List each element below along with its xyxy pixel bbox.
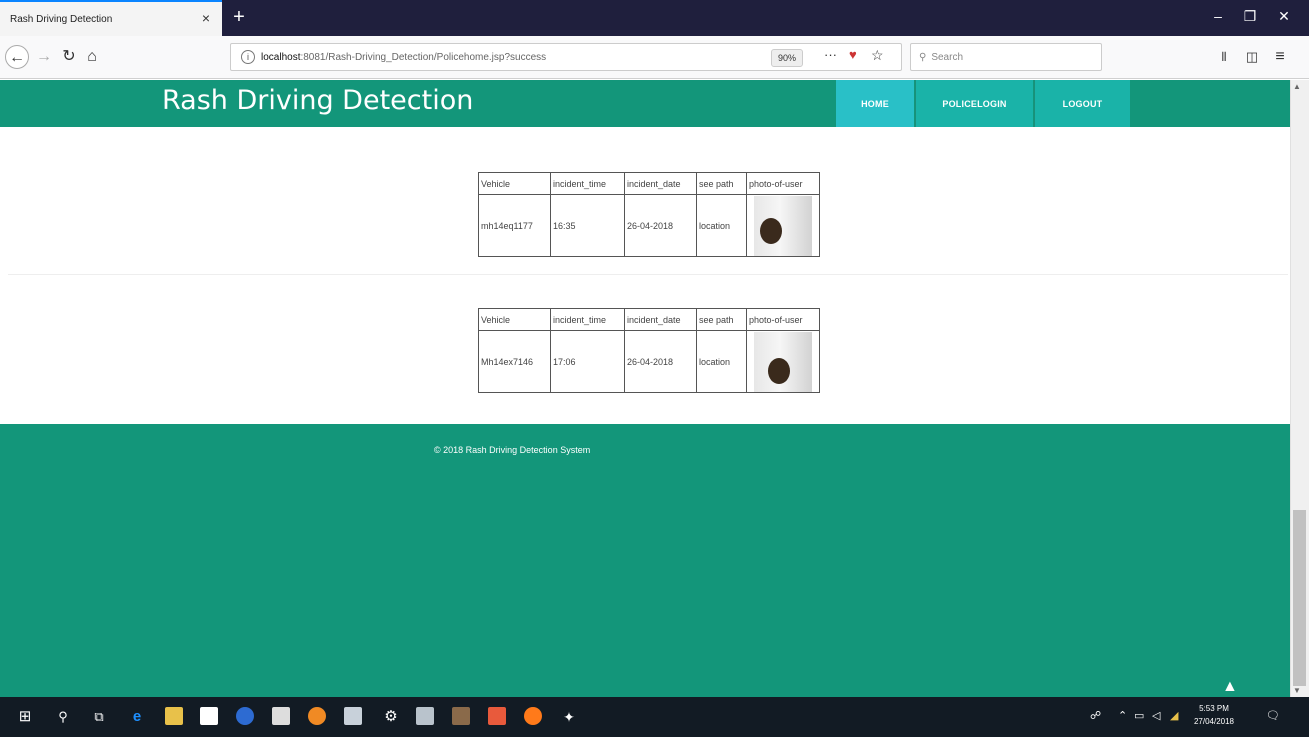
user-photo xyxy=(754,331,812,392)
vehicle-cell: mh14eq1177 xyxy=(478,194,551,257)
search-icon: ⚲ xyxy=(919,51,927,63)
column-header-incident-time: incident_time xyxy=(550,308,625,331)
firefox-icon[interactable] xyxy=(524,707,542,725)
photo-subject xyxy=(768,357,790,384)
search-placeholder: Search xyxy=(931,51,964,63)
column-header-photo: photo-of-user xyxy=(746,308,820,331)
photo-cell xyxy=(746,194,820,257)
task-view-icon[interactable]: ⧉ xyxy=(88,706,110,728)
browser-tab-bar: Rash Driving Detection × + – ❐ ✕ xyxy=(0,0,1309,36)
scroll-up-icon[interactable]: ▲ xyxy=(1293,82,1301,91)
reload-icon[interactable]: ↻ xyxy=(57,45,81,69)
nav-logout-link[interactable]: LOGOUT xyxy=(1034,80,1130,127)
table-header-row: Vehicle incident_time incident_date see … xyxy=(478,308,820,331)
column-header-photo: photo-of-user xyxy=(746,172,820,195)
see-path-link[interactable]: location xyxy=(696,330,747,393)
column-header-see-path: see path xyxy=(696,308,747,331)
volume-icon[interactable]: ◁ xyxy=(1152,709,1160,722)
back-icon[interactable]: ← xyxy=(5,45,29,69)
scrollbar-thumb[interactable] xyxy=(1293,510,1306,686)
user-photo xyxy=(754,195,812,256)
incident-date-cell: 26-04-2018 xyxy=(624,330,697,393)
app-icon[interactable]: ✦ xyxy=(558,706,580,728)
column-header-vehicle: Vehicle xyxy=(478,308,551,331)
sidebar-icon[interactable]: ◫ xyxy=(1240,45,1264,69)
store-icon[interactable] xyxy=(200,707,218,725)
scroll-down-icon[interactable]: ▼ xyxy=(1293,686,1301,695)
app-icon[interactable] xyxy=(452,707,470,725)
see-path-link[interactable]: location xyxy=(696,194,747,257)
clock-date: 27/04/2018 xyxy=(1193,717,1235,726)
incident-time-cell: 17:06 xyxy=(550,330,625,393)
chrome-icon[interactable] xyxy=(308,707,326,725)
url-path: :8081/Rash-Driving_Detection/Policehome.… xyxy=(300,51,547,63)
photo-subject xyxy=(760,217,782,244)
table-row: mh14eq1177 16:35 26-04-2018 location xyxy=(478,194,820,257)
site-title: Rash Driving Detection xyxy=(162,85,474,116)
column-header-incident-date: incident_date xyxy=(624,172,697,195)
windows-taskbar: ⊞ ⚲ ⧉ e ⚙ ✦ ☍ ⌃ ▭ ◁ ◢ 5:53 PM 27/04/2018… xyxy=(0,697,1309,737)
tab-title: Rash Driving Detection xyxy=(10,13,113,25)
pocket-icon[interactable]: ♥ xyxy=(849,47,857,62)
mail-icon[interactable] xyxy=(272,707,290,725)
table-header-row: Vehicle incident_time incident_date see … xyxy=(478,172,820,195)
nav-policelogin-link[interactable]: POLICELOGIN xyxy=(915,80,1033,127)
incident-date-cell: 26-04-2018 xyxy=(624,194,697,257)
incident-table-1: Vehicle incident_time incident_date see … xyxy=(478,172,820,257)
windows-start-icon[interactable]: ⊞ xyxy=(14,706,36,728)
search-icon[interactable]: ⚲ xyxy=(52,706,74,728)
clock-time: 5:53 PM xyxy=(1199,704,1229,713)
close-window-icon[interactable]: ✕ xyxy=(1272,8,1296,25)
new-tab-button[interactable]: + xyxy=(228,5,250,29)
url-bar[interactable]: i localhost :8081/Rash-Driving_Detection… xyxy=(230,43,902,71)
browser-nav-bar: ← → ↻ ⌂ i localhost :8081/Rash-Driving_D… xyxy=(0,36,1309,79)
minimize-icon[interactable]: – xyxy=(1206,8,1230,24)
incident-table-2: Vehicle incident_time incident_date see … xyxy=(478,308,820,393)
home-icon[interactable]: ⌂ xyxy=(80,45,104,69)
section-divider xyxy=(8,274,1288,275)
library-icon[interactable]: ⫴ xyxy=(1212,45,1236,69)
site-footer: © 2018 Rash Driving Detection System ▲ xyxy=(0,424,1290,697)
site-header: Rash Driving Detection HOME POLICELOGIN … xyxy=(0,80,1290,127)
notification-icon[interactable]: 🗨 xyxy=(1266,709,1280,722)
restore-icon[interactable]: ❐ xyxy=(1238,8,1262,25)
file-explorer-icon[interactable] xyxy=(165,707,183,725)
settings-gear-icon[interactable]: ⚙ xyxy=(380,706,402,728)
people-icon[interactable]: ☍ xyxy=(1090,709,1101,722)
copyright-text: © 2018 Rash Driving Detection System xyxy=(434,445,591,455)
url-host: localhost xyxy=(261,51,301,63)
column-header-vehicle: Vehicle xyxy=(478,172,551,195)
edge-browser-icon[interactable]: e xyxy=(126,706,148,728)
table-row: Mh14ex7146 17:06 26-04-2018 location xyxy=(478,330,820,393)
info-icon[interactable]: i xyxy=(241,50,255,64)
page-actions-icon[interactable]: ··· xyxy=(824,47,837,62)
column-header-incident-date: incident_date xyxy=(624,308,697,331)
search-input[interactable]: ⚲ Search xyxy=(910,43,1102,71)
column-header-see-path: see path xyxy=(696,172,747,195)
menu-icon[interactable]: ≡ xyxy=(1268,45,1292,69)
app-icon[interactable] xyxy=(344,707,362,725)
tray-expand-icon[interactable]: ⌃ xyxy=(1118,709,1127,722)
app-icon[interactable] xyxy=(416,707,434,725)
network-icon[interactable]: ▭ xyxy=(1134,709,1144,722)
photo-cell xyxy=(746,330,820,393)
app-tray-icon[interactable]: ◢ xyxy=(1170,709,1178,722)
taskbar-clock[interactable]: 5:53 PM 27/04/2018 xyxy=(1192,702,1236,728)
vehicle-cell: Mh14ex7146 xyxy=(478,330,551,393)
forward-icon[interactable]: → xyxy=(32,45,56,69)
app-icon[interactable] xyxy=(236,707,254,725)
app-icon[interactable] xyxy=(488,707,506,725)
column-header-incident-time: incident_time xyxy=(550,172,625,195)
nav-home-link[interactable]: HOME xyxy=(836,80,914,127)
scroll-to-top-icon[interactable]: ▲ xyxy=(1222,678,1238,696)
incident-time-cell: 16:35 xyxy=(550,194,625,257)
bookmark-star-icon[interactable]: ☆ xyxy=(871,47,884,64)
zoom-level[interactable]: 90% xyxy=(771,49,803,67)
browser-tab[interactable]: Rash Driving Detection × xyxy=(0,0,222,36)
close-tab-icon[interactable]: × xyxy=(202,10,210,26)
